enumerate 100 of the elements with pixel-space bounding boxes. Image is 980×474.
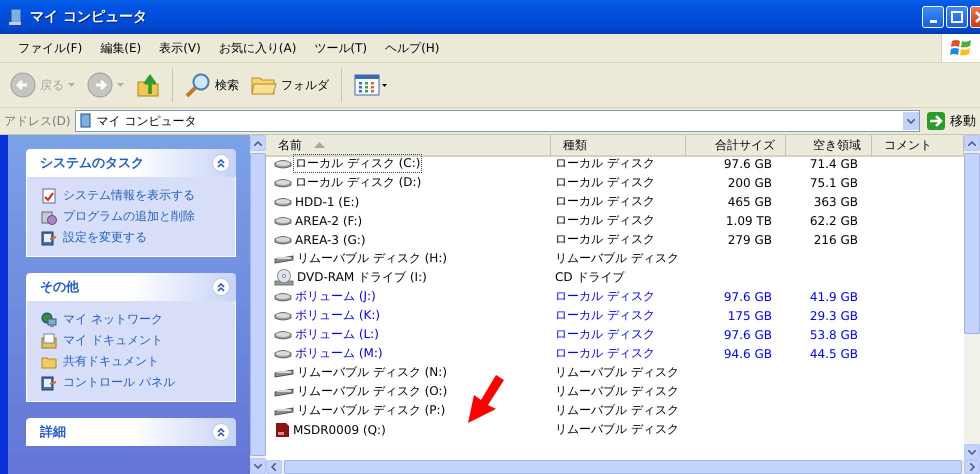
dropdown-button[interactable] xyxy=(903,112,919,130)
optical-drive-icon xyxy=(274,268,294,286)
scroll-right-button[interactable] xyxy=(964,460,980,474)
table-cell-text: ローカル ディスク xyxy=(554,212,656,229)
chevron-down-icon xyxy=(254,464,262,468)
menu-item[interactable]: 編集(E) xyxy=(92,38,150,58)
table-cell-text: 175 GB xyxy=(726,308,773,322)
window-title: マイ コンピュータ xyxy=(30,8,148,26)
scroll-down-button[interactable] xyxy=(250,458,266,474)
menu-item[interactable]: ツール(T) xyxy=(306,38,376,58)
chevron-down-icon xyxy=(907,118,915,124)
hard-drive-icon xyxy=(274,176,292,188)
sort-arrow-icon xyxy=(314,142,325,148)
table-cell-text: ローカル ディスク xyxy=(554,345,656,362)
removable-drive-icon xyxy=(274,386,294,398)
caret-icon xyxy=(117,83,124,87)
column-header[interactable]: 名前 xyxy=(266,135,551,157)
chevron-down-icon xyxy=(968,450,976,454)
hard-drive-icon xyxy=(274,348,292,360)
disc-box-icon xyxy=(41,208,57,224)
file-name[interactable]: ボリューム (M:) xyxy=(294,345,384,362)
address-field[interactable]: マイ コンピュータ xyxy=(74,110,920,132)
file-name[interactable]: ローカル ディスク (D:) xyxy=(294,174,422,191)
windows-logo-icon xyxy=(950,38,972,58)
scroll-thumb[interactable] xyxy=(964,153,980,334)
file-name[interactable]: リムーバブル ディスク (O:) xyxy=(296,383,448,400)
file-name[interactable]: MSDR0009 (Q:) xyxy=(292,422,387,436)
file-name[interactable]: ボリューム (L:) xyxy=(294,326,380,343)
panel-title: システムのタスク xyxy=(40,155,145,172)
minimize-icon xyxy=(930,20,936,22)
scroll-up-button[interactable] xyxy=(964,135,980,151)
table-cell-text: 216 GB xyxy=(812,232,859,246)
hard-drive-icon xyxy=(274,290,292,302)
task-link[interactable]: プログラムの追加と削除 xyxy=(41,208,225,225)
table-cell-text: ローカル ディスク xyxy=(554,288,656,305)
file-name[interactable]: ボリューム (J:) xyxy=(294,288,377,305)
hard-drive-icon xyxy=(274,196,292,208)
table-cell-text: 97.6 GB xyxy=(722,290,773,304)
folders-button[interactable]: フォルダ xyxy=(247,72,333,98)
removable-drive-icon xyxy=(274,366,294,378)
scroll-up-button[interactable] xyxy=(250,135,266,151)
go-button[interactable]: 移動 xyxy=(924,111,976,131)
minimize-button[interactable] xyxy=(922,6,944,28)
column-header[interactable]: コメント xyxy=(872,135,964,157)
table-cell-text: ローカル ディスク xyxy=(554,155,656,172)
table-cell-text: 62.2 GB xyxy=(808,214,859,228)
file-name[interactable]: リムーバブル ディスク (P:) xyxy=(296,402,446,419)
table-cell-text: 363 GB xyxy=(812,194,859,208)
task-link[interactable]: システム情報を表示する xyxy=(41,187,225,204)
table-cell-text: 53.8 GB xyxy=(808,328,859,342)
file-name[interactable]: DVD-RAM ドライブ (I:) xyxy=(296,269,428,286)
search-button[interactable]: 検索 xyxy=(181,70,243,100)
removable-drive-icon xyxy=(274,252,294,264)
table-cell-text: 71.4 GB xyxy=(808,156,859,170)
file-name[interactable]: HDD-1 (E:) xyxy=(294,194,360,208)
table-cell-text: ローカル ディスク xyxy=(554,307,656,324)
menu-item[interactable]: お気に入り(A) xyxy=(210,38,304,58)
task-link[interactable]: 共有ドキュメント xyxy=(41,353,225,370)
file-name[interactable]: AREA-2 (F:) xyxy=(294,214,364,228)
table-cell-text: リムーバブル ディスク xyxy=(554,364,680,381)
column-header[interactable]: 空き領域 xyxy=(786,135,872,157)
chevron-left-icon xyxy=(271,463,276,471)
globe-computer-icon xyxy=(41,312,57,328)
maximize-icon xyxy=(951,11,963,23)
file-name[interactable]: リムーバブル ディスク (N:) xyxy=(296,364,448,381)
address-label: アドレス(D) xyxy=(4,112,71,130)
maximize-button[interactable] xyxy=(946,6,968,28)
hard-drive-icon xyxy=(274,214,292,226)
column-header[interactable]: 種類 xyxy=(551,135,686,157)
table-cell-text: 75.1 GB xyxy=(808,176,859,190)
scroll-left-button[interactable] xyxy=(266,460,282,474)
panel-title: 詳細 xyxy=(40,424,67,441)
file-name[interactable]: ローカル ディスク (C:) xyxy=(294,155,422,172)
task-link[interactable]: マイ ネットワーク xyxy=(41,311,225,328)
menu-item[interactable]: ファイル(F) xyxy=(10,38,90,58)
double-chevron-icon xyxy=(217,158,225,168)
caret-icon xyxy=(68,83,75,87)
control-panel-icon xyxy=(41,230,57,246)
chevron-right-icon xyxy=(970,463,975,471)
collapse-button[interactable] xyxy=(212,154,230,172)
collapse-button[interactable] xyxy=(212,278,230,296)
chevron-up-icon xyxy=(254,140,262,146)
file-name[interactable]: リムーバブル ディスク (H:) xyxy=(296,250,448,267)
table-cell-text: リムーバブル ディスク xyxy=(554,402,680,419)
column-header[interactable]: 合計サイズ xyxy=(686,135,786,157)
menu-item[interactable]: ヘルプ(H) xyxy=(377,38,448,58)
collapse-button[interactable] xyxy=(212,423,230,441)
file-name[interactable]: AREA-3 (G:) xyxy=(294,232,367,246)
table-cell-text: リムーバブル ディスク xyxy=(554,250,680,267)
menu-item[interactable]: 表示(V) xyxy=(151,38,209,58)
table-cell-text: CD ドライブ xyxy=(554,269,626,286)
scroll-down-button[interactable] xyxy=(964,444,980,460)
scrollbar[interactable] xyxy=(964,135,980,460)
chevron-up-icon xyxy=(968,140,976,146)
document-folder-icon xyxy=(41,332,57,348)
task-link[interactable]: 設定を変更する xyxy=(41,229,225,246)
task-link[interactable]: マイ ドキュメント xyxy=(41,332,225,349)
task-link[interactable]: コントロール パネル xyxy=(41,374,225,391)
table-cell-text: 29.3 GB xyxy=(808,308,859,322)
file-name[interactable]: ボリューム (K:) xyxy=(294,307,382,324)
